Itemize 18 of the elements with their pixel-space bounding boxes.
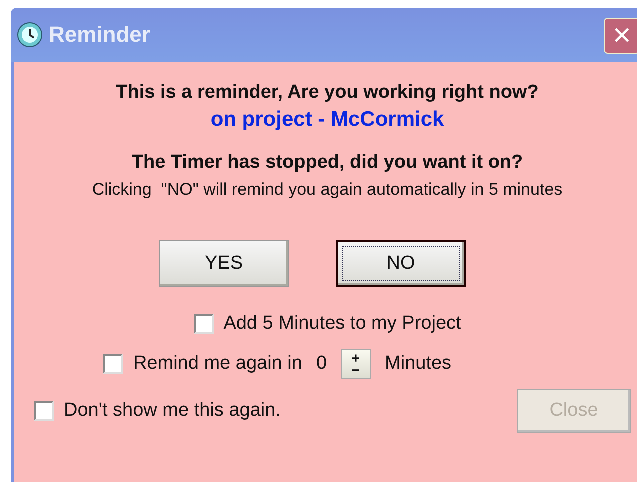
yes-button[interactable]: YES — [159, 240, 289, 287]
minutes-unit: Minutes — [385, 353, 452, 375]
spin-button[interactable]: + − — [341, 349, 372, 379]
checkbox-label: Add 5 Minutes to my Project — [224, 313, 462, 335]
no-button[interactable]: NO — [336, 240, 466, 287]
project-name: on project - McCormick — [210, 108, 444, 132]
checkbox-label: Don't show me this again. — [64, 400, 281, 422]
checkbox[interactable] — [103, 354, 124, 374]
clock-icon — [17, 22, 43, 48]
reminder-question: This is a reminder, Are you working right now? — [116, 82, 539, 104]
minutes-value: 0 — [316, 353, 328, 375]
timer-question: The Timer has stopped, did you want it on? — [132, 152, 524, 174]
window-title: Reminder — [49, 22, 150, 48]
checkbox[interactable] — [194, 314, 214, 334]
checkbox[interactable] — [34, 401, 54, 421]
checkbox-label: Remind me again in — [133, 353, 302, 375]
reminder-note: Clicking "NO" will remind you again automatically in 5 minutes — [92, 180, 563, 200]
close-button[interactable]: ✕ — [604, 18, 637, 54]
